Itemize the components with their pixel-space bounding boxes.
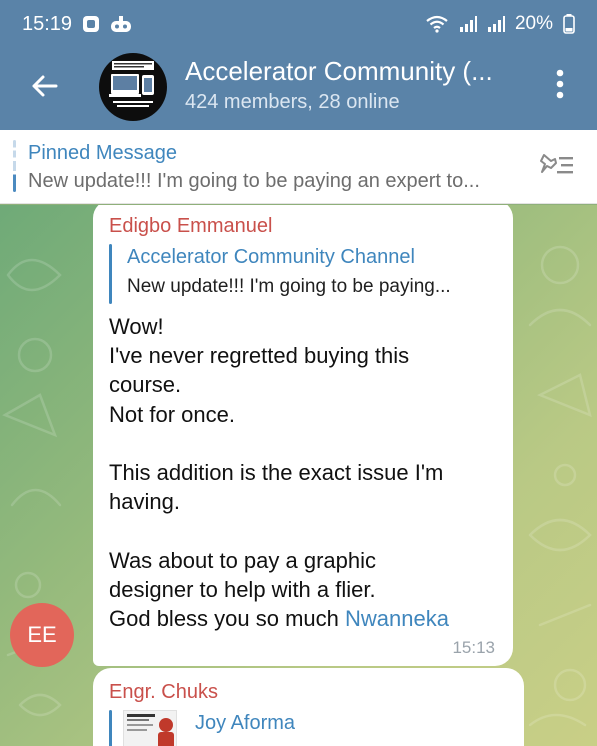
message-line: Not for once. bbox=[109, 401, 235, 427]
message-time: 15:13 bbox=[452, 638, 495, 657]
message-bubble[interactable]: Edigbo Emmanuel Accelerator Community Ch… bbox=[93, 205, 513, 666]
game-controller-icon bbox=[110, 15, 132, 33]
message-line-prefix: God bless you so much bbox=[109, 606, 346, 631]
sender-avatar[interactable]: EE bbox=[10, 603, 74, 667]
group-avatar-image bbox=[109, 61, 154, 107]
signal-icon bbox=[459, 15, 477, 33]
status-bar: 15:19 20% bbox=[0, 0, 597, 48]
pinned-indicator bbox=[13, 140, 16, 192]
status-time: 15:19 bbox=[22, 12, 73, 35]
chat-background: Edigbo Emmanuel Accelerator Community Ch… bbox=[0, 205, 597, 746]
group-member-count: 424 members, 28 online bbox=[185, 91, 400, 113]
more-vertical-icon bbox=[556, 69, 564, 104]
reply-indicator bbox=[109, 244, 112, 304]
signal-icon bbox=[487, 15, 505, 33]
message-line bbox=[109, 516, 505, 545]
back-button[interactable] bbox=[24, 68, 64, 108]
status-left: 15:19 bbox=[22, 13, 132, 36]
pinned-list-button[interactable] bbox=[535, 150, 579, 184]
reply-preview[interactable]: Joy Aforma bbox=[109, 710, 501, 746]
message-sender[interactable]: Edigbo Emmanuel bbox=[109, 215, 272, 238]
battery-icon bbox=[563, 14, 575, 34]
more-options-button[interactable] bbox=[545, 66, 575, 106]
message-line: I've never regretted buying this bbox=[109, 343, 410, 369]
reply-preview[interactable]: Accelerator Community Channel New update… bbox=[109, 244, 501, 304]
group-avatar[interactable] bbox=[99, 53, 167, 121]
chat-header: Accelerator Community (... 424 members, … bbox=[0, 48, 597, 130]
message-sender[interactable]: Engr. Chuks bbox=[109, 681, 218, 704]
back-arrow-icon bbox=[30, 74, 58, 103]
message-line: having. bbox=[109, 489, 180, 515]
message-line: This addition is the exact issue I'm bbox=[109, 460, 444, 485]
message-line: Wow! bbox=[109, 314, 164, 339]
message-line: Was about to pay a graphic bbox=[109, 547, 377, 573]
pin-list-icon bbox=[537, 151, 577, 184]
reply-indicator bbox=[109, 710, 112, 746]
message-line: course. bbox=[109, 372, 182, 398]
pinned-message-bar[interactable]: Pinned Message New update!!! I'm going t… bbox=[0, 130, 597, 204]
app-bar: 15:19 20% Accelerator Community (... 424… bbox=[0, 0, 597, 130]
group-title[interactable]: Accelerator Community (... bbox=[185, 56, 535, 87]
wifi-icon bbox=[425, 15, 449, 33]
pinned-title: Pinned Message bbox=[28, 142, 177, 164]
status-right: 20% bbox=[425, 13, 575, 35]
notification-square-icon bbox=[82, 15, 100, 33]
user-mention[interactable]: Nwanneka bbox=[345, 606, 449, 631]
reply-text: New update!!! I'm going to be paying... bbox=[127, 276, 451, 297]
message-line-last: God bless you so much Nwanneka bbox=[109, 604, 505, 633]
message-line bbox=[109, 429, 505, 458]
message-text: Wow! I've never regretted buying this co… bbox=[109, 312, 505, 633]
message-bubble[interactable]: Engr. Chuks Joy Aforma bbox=[93, 668, 524, 746]
battery-level: 20% bbox=[514, 13, 553, 34]
pinned-preview: New update!!! I'm going to be paying an … bbox=[28, 170, 480, 192]
reply-thumbnail bbox=[123, 710, 177, 746]
reply-title: Accelerator Community Channel bbox=[127, 246, 415, 268]
reply-title: Joy Aforma bbox=[195, 712, 296, 734]
message-line: designer to help with a flier. bbox=[109, 576, 376, 602]
